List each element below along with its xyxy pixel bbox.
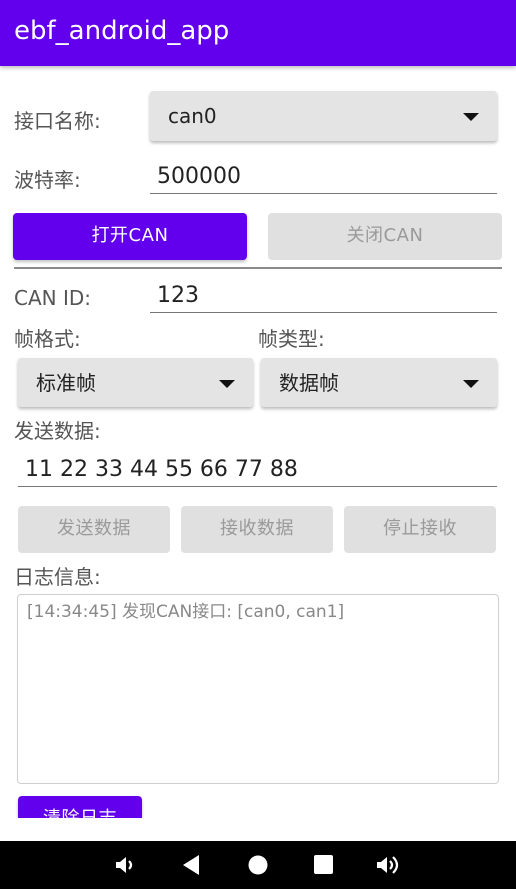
dropdown-arrow-icon bbox=[219, 380, 235, 388]
main-content: 接口名称: can0 波特率: 500000 打开CAN 关闭CAN CAN I… bbox=[0, 66, 516, 818]
baud-input[interactable]: 500000 bbox=[150, 162, 497, 194]
send-data-value: 11 22 33 44 55 66 77 88 bbox=[25, 457, 298, 482]
frame-format-selected-value: 标准帧 bbox=[36, 371, 96, 395]
dropdown-arrow-icon bbox=[463, 113, 479, 121]
send-data-input[interactable]: 11 22 33 44 55 66 77 88 bbox=[18, 455, 497, 487]
frame-format-spinner[interactable]: 标准帧 bbox=[18, 358, 253, 407]
frame-format-label: 帧格式: bbox=[14, 327, 81, 351]
send-data-label: 发送数据: bbox=[14, 419, 101, 443]
can-id-input[interactable]: 123 bbox=[150, 281, 497, 313]
interface-label: 接口名称: bbox=[14, 109, 101, 133]
stop-receive-button[interactable]: 停止接收 bbox=[344, 506, 496, 553]
log-text: [14:34:45] 发现CAN接口: [can0, can1] bbox=[27, 602, 345, 622]
send-data-button[interactable]: 发送数据 bbox=[18, 506, 170, 553]
log-textarea[interactable]: [14:34:45] 发现CAN接口: [can0, can1] bbox=[17, 594, 499, 784]
close-can-button[interactable]: 关闭CAN bbox=[268, 213, 502, 260]
section-divider bbox=[14, 267, 502, 269]
interface-selected-value: can0 bbox=[168, 104, 217, 128]
app-title: ebf_android_app bbox=[14, 16, 230, 46]
baud-value: 500000 bbox=[157, 164, 241, 189]
volume-up-icon[interactable] bbox=[372, 841, 408, 889]
receive-data-button[interactable]: 接收数据 bbox=[181, 506, 333, 553]
volume-down-icon[interactable] bbox=[110, 841, 142, 889]
interface-spinner[interactable]: can0 bbox=[150, 91, 497, 141]
app-bar: ebf_android_app bbox=[0, 0, 516, 66]
can-id-value: 123 bbox=[157, 283, 199, 308]
frame-type-spinner[interactable]: 数据帧 bbox=[261, 358, 497, 407]
frame-type-label: 帧类型: bbox=[258, 327, 325, 351]
system-nav-bar bbox=[0, 841, 516, 889]
can-id-label: CAN ID: bbox=[14, 286, 92, 310]
recents-icon[interactable] bbox=[308, 841, 340, 889]
log-label: 日志信息: bbox=[14, 565, 101, 589]
baud-label: 波特率: bbox=[14, 168, 81, 192]
home-icon[interactable] bbox=[242, 841, 274, 889]
back-icon[interactable] bbox=[176, 841, 208, 889]
open-can-button[interactable]: 打开CAN bbox=[13, 213, 247, 260]
frame-type-selected-value: 数据帧 bbox=[279, 371, 339, 395]
clear-log-button[interactable]: 清除日志 bbox=[18, 796, 142, 818]
dropdown-arrow-icon bbox=[463, 380, 479, 388]
